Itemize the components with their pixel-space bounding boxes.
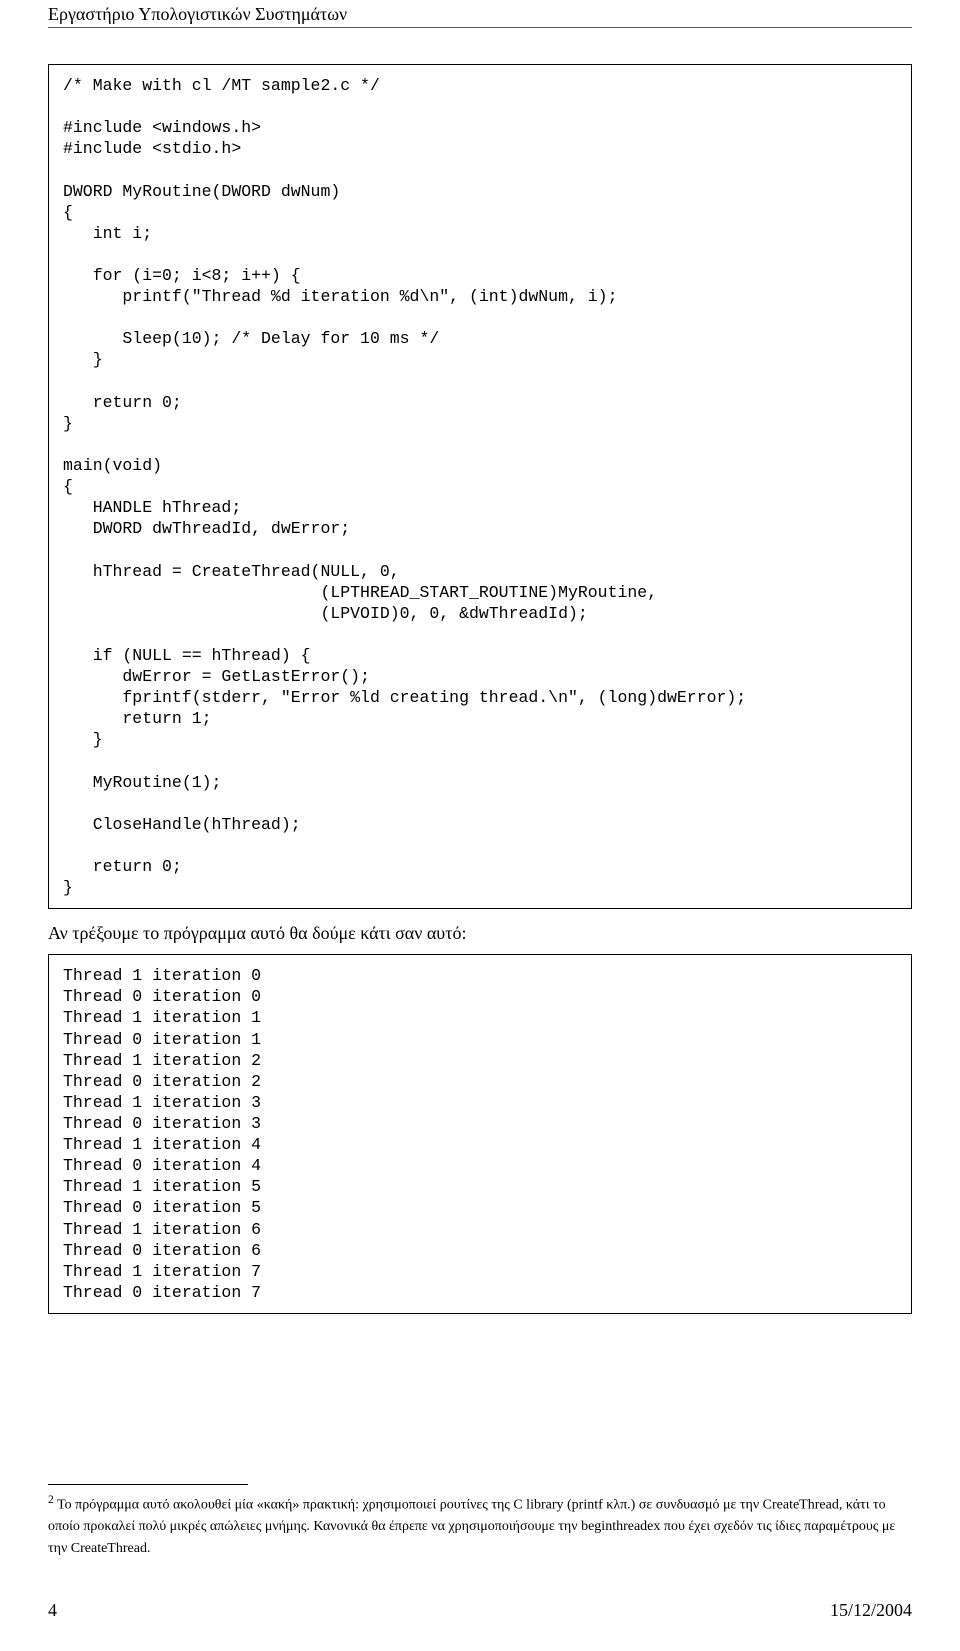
footnote-text: Το πρόγραμμα αυτό ακολουθεί μία «κακή» π… xyxy=(48,1498,895,1556)
header-title: Εργαστήριο Υπολογιστικών Συστημάτων xyxy=(48,4,347,24)
code-listing: /* Make with cl /MT sample2.c */ #includ… xyxy=(48,64,912,909)
paragraph-intro-output: Αν τρέξουμε το πρόγραμμα αυτό θα δούμε κ… xyxy=(48,923,912,944)
program-output: Thread 1 iteration 0 Thread 0 iteration … xyxy=(48,954,912,1314)
footnote: 2 Το πρόγραμμα αυτό ακολουθεί μία «κακή»… xyxy=(48,1491,912,1560)
document-header: Εργαστήριο Υπολογιστικών Συστημάτων xyxy=(48,0,912,28)
footer-date: 15/12/2004 xyxy=(830,1600,912,1621)
page-footer: 4 15/12/2004 xyxy=(48,1600,912,1621)
code-content: /* Make with cl /MT sample2.c */ #includ… xyxy=(63,76,746,897)
footnote-separator xyxy=(48,1484,248,1485)
page-number: 4 xyxy=(48,1600,57,1621)
page: Εργαστήριο Υπολογιστικών Συστημάτων /* M… xyxy=(0,0,960,1651)
output-content: Thread 1 iteration 0 Thread 0 iteration … xyxy=(63,966,261,1302)
